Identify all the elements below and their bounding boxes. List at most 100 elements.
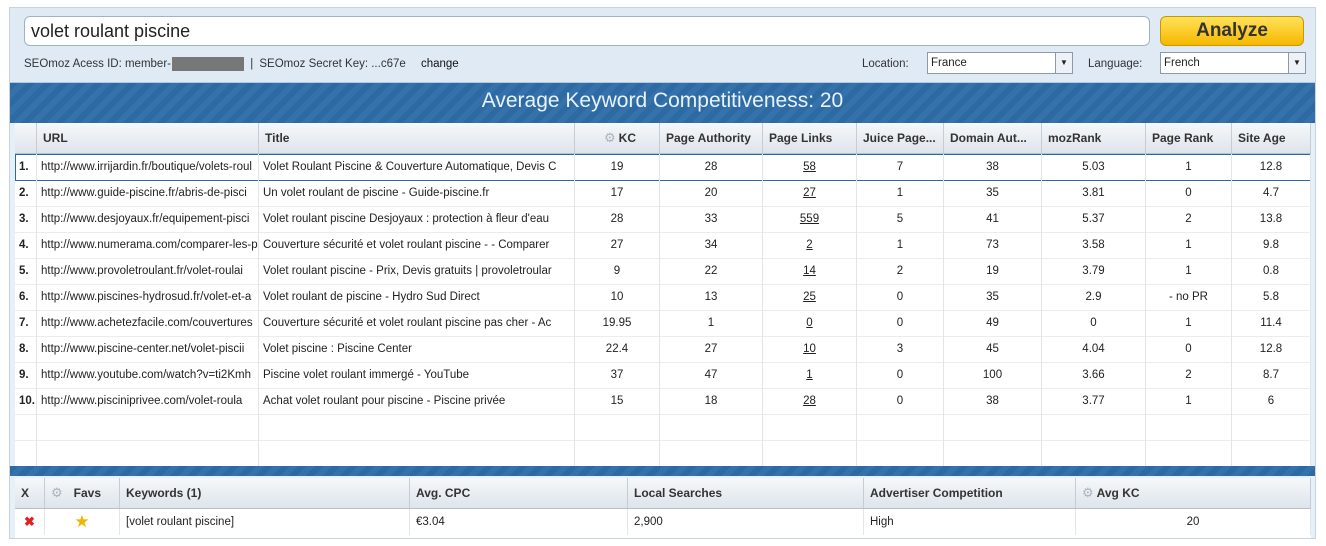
analyze-button[interactable]: Analyze xyxy=(1160,16,1304,46)
header-favs[interactable]: ⚙ Favs xyxy=(45,478,120,508)
title-cell: Volet roulant de piscine - Hydro Sud Dir… xyxy=(259,284,575,310)
kc-cell: 37 xyxy=(575,362,660,388)
empty-row xyxy=(15,440,1311,466)
header-keywords[interactable]: Keywords (1) xyxy=(120,478,410,508)
url-cell[interactable] xyxy=(37,440,259,466)
table-row[interactable]: 7. http://www.achetezfacile.com/couvertur… xyxy=(15,310,1311,337)
header-page-links[interactable]: Page Links xyxy=(763,123,857,153)
keywords-header: X ⚙ Favs Keywords (1) Avg. CPC Local Sear… xyxy=(15,478,1311,509)
page-links-link[interactable]: 559 xyxy=(763,206,857,232)
language-label: Language: xyxy=(1088,58,1143,70)
table-row[interactable]: 9. http://www.youtube.com/watch?v=ti2Kmh P… xyxy=(15,362,1311,389)
star-icon[interactable]: ★ xyxy=(45,509,120,535)
row-number: 6. xyxy=(15,284,37,310)
header-url[interactable]: URL xyxy=(37,123,259,153)
domain-authority-cell: 45 xyxy=(944,336,1042,362)
avg-cpc-cell: €3.04 xyxy=(410,509,628,535)
delete-x-icon[interactable]: ✖ xyxy=(15,509,45,535)
title-cell: Piscine volet roulant immergé - YouTube xyxy=(259,362,575,388)
page-links-link[interactable]: 2 xyxy=(763,232,857,258)
gear-icon[interactable]: ⚙ xyxy=(51,485,63,500)
domain-authority-cell xyxy=(944,440,1042,466)
header-advertiser-competition[interactable]: Advertiser Competition xyxy=(864,478,1076,508)
page-links-link[interactable]: 0 xyxy=(763,310,857,336)
header-juice-page[interactable]: Juice Page... xyxy=(857,123,944,153)
page-links-link[interactable] xyxy=(763,440,857,466)
results-grid: URL Title ⚙ KC Page Authority Page Links … xyxy=(15,123,1311,466)
url-cell[interactable]: http://www.provoletroulant.fr/volet-roul… xyxy=(37,258,259,284)
masked-access-id xyxy=(171,56,244,71)
page-links-link[interactable]: 10 xyxy=(763,336,857,362)
page-links-link[interactable]: 14 xyxy=(763,258,857,284)
table-row[interactable]: 4. http://www.numerama.com/comparer-les-p… xyxy=(15,232,1311,259)
juice-page-cell: 2 xyxy=(857,258,944,284)
table-row[interactable]: 5. http://www.provoletroulant.fr/volet-ro… xyxy=(15,258,1311,285)
juice-page-cell: 5 xyxy=(857,206,944,232)
header-avg-cpc[interactable]: Avg. CPC xyxy=(410,478,628,508)
language-select[interactable]: French ▼ xyxy=(1160,52,1306,74)
title-cell: Volet roulant piscine - Prix, Devis grat… xyxy=(259,258,575,284)
page-links-link[interactable]: 27 xyxy=(763,180,857,206)
url-cell[interactable]: http://www.irrijardin.fr/boutique/volets… xyxy=(37,154,259,180)
page-links-link[interactable]: 28 xyxy=(763,388,857,414)
table-row[interactable]: 6. http://www.piscines-hydrosud.fr/volet-… xyxy=(15,284,1311,311)
page-links-link[interactable]: 25 xyxy=(763,284,857,310)
url-cell[interactable]: http://www.piscines-hydrosud.fr/volet-et… xyxy=(37,284,259,310)
site-age-cell: 12.8 xyxy=(1232,154,1311,180)
url-cell[interactable]: http://www.numerama.com/comparer-les-p xyxy=(37,232,259,258)
table-row[interactable]: 3. http://www.desjoyaux.fr/equipement-pis… xyxy=(15,206,1311,233)
url-cell[interactable]: http://www.guide-piscine.fr/abris-de-pis… xyxy=(37,180,259,206)
credentials-separator: | xyxy=(250,58,254,70)
average-kc-banner: Average Keyword Competitiveness: 20 xyxy=(10,83,1315,123)
table-row[interactable]: 2. http://www.guide-piscine.fr/abris-de-p… xyxy=(15,180,1311,207)
location-select[interactable]: France ▼ xyxy=(927,52,1073,74)
page-rank-cell: 1 xyxy=(1146,310,1232,336)
page-links-link[interactable]: 58 xyxy=(763,154,857,180)
header-page-authority[interactable]: Page Authority xyxy=(660,123,763,153)
url-cell[interactable]: http://www.desjoyaux.fr/equipement-pisci xyxy=(37,206,259,232)
juice-page-cell: 7 xyxy=(857,154,944,180)
row-number xyxy=(15,440,37,466)
header-kc[interactable]: ⚙ KC xyxy=(575,123,660,153)
title-cell: Couverture sécurité et volet roulant pis… xyxy=(259,310,575,336)
juice-page-cell: 3 xyxy=(857,336,944,362)
kc-cell xyxy=(575,440,660,466)
keyword-search-input[interactable]: volet roulant piscine xyxy=(24,16,1150,46)
change-credentials-link[interactable]: change xyxy=(421,58,459,70)
header-local-searches[interactable]: Local Searches xyxy=(628,478,864,508)
chevron-down-icon[interactable]: ▼ xyxy=(1055,53,1072,73)
header-title[interactable]: Title xyxy=(259,123,575,153)
row-number: 4. xyxy=(15,232,37,258)
header-mozrank[interactable]: mozRank xyxy=(1042,123,1146,153)
mozrank-cell: 0 xyxy=(1042,310,1146,336)
url-cell[interactable]: http://www.pisciniprivee.com/volet-roula xyxy=(37,388,259,414)
page-authority-cell: 47 xyxy=(660,362,763,388)
page-authority-cell: 20 xyxy=(660,180,763,206)
page-rank-cell xyxy=(1146,414,1232,440)
page-rank-cell: - no PR xyxy=(1146,284,1232,310)
url-cell[interactable] xyxy=(37,414,259,440)
juice-page-cell xyxy=(857,440,944,466)
header-domain-authority[interactable]: Domain Aut... xyxy=(944,123,1042,153)
page-links-link[interactable]: 1 xyxy=(763,362,857,388)
header-site-age[interactable]: Site Age xyxy=(1232,123,1311,153)
chevron-down-icon[interactable]: ▼ xyxy=(1288,53,1305,73)
page-rank-cell: 1 xyxy=(1146,258,1232,284)
page-rank-cell: 0 xyxy=(1146,180,1232,206)
url-cell[interactable]: http://www.achetezfacile.com/couvertures xyxy=(37,310,259,336)
page-authority-cell: 18 xyxy=(660,388,763,414)
mozrank-cell: 3.77 xyxy=(1042,388,1146,414)
url-cell[interactable]: http://www.piscine-center.net/volet-pisc… xyxy=(37,336,259,362)
header-avg-kc[interactable]: ⚙ Avg KC xyxy=(1076,478,1311,508)
table-row[interactable]: 10. http://www.pisciniprivee.com/volet-ro… xyxy=(15,388,1311,415)
header-page-rank[interactable]: Page Rank xyxy=(1146,123,1232,153)
table-row[interactable]: 8. http://www.piscine-center.net/volet-pi… xyxy=(15,336,1311,363)
table-row[interactable]: 1. http://www.irrijardin.fr/boutique/vole… xyxy=(15,154,1311,181)
title-cell: Achat volet roulant pour piscine - Pisci… xyxy=(259,388,575,414)
url-cell[interactable]: http://www.youtube.com/watch?v=ti2Kmh xyxy=(37,362,259,388)
page-links-link[interactable] xyxy=(763,414,857,440)
gear-icon[interactable]: ⚙ xyxy=(604,130,616,145)
empty-row xyxy=(15,414,1311,441)
keyword-row[interactable]: ✖ ★ [volet roulant piscine] €3.04 2,900 … xyxy=(15,509,1311,535)
gear-icon[interactable]: ⚙ xyxy=(1082,485,1094,500)
